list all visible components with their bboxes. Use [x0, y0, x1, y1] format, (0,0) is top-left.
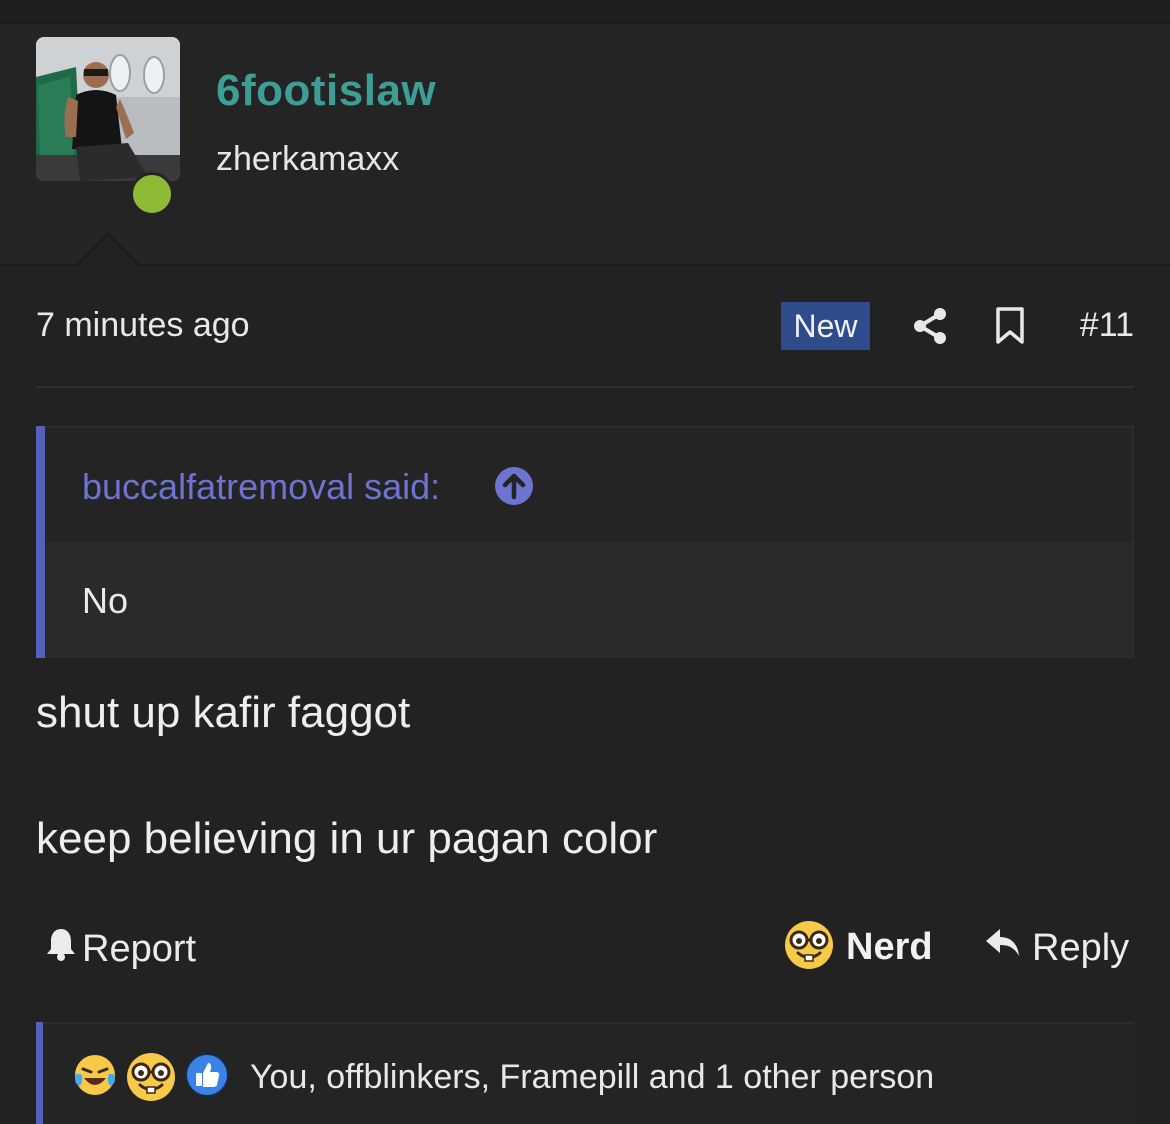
reactions-summary[interactable]: You, offblinkers, Framepill and 1 other …	[250, 1058, 934, 1097]
bookmark-icon[interactable]	[994, 306, 1026, 351]
arrow-up-circle-icon[interactable]	[494, 466, 534, 511]
reply-icon	[984, 926, 1022, 970]
message-line-2: keep believing in ur pagan color	[36, 814, 658, 863]
reply-label: Reply	[1032, 926, 1130, 969]
post-meta: 7 minutes ago New #11	[36, 298, 1134, 356]
avatar[interactable]	[36, 37, 180, 181]
new-badge: New	[781, 302, 870, 350]
header-pointer-fill	[76, 236, 140, 268]
post-number-link[interactable]: #11	[1080, 306, 1134, 345]
react-button[interactable]: Nerd	[784, 920, 933, 975]
top-divider	[0, 0, 1170, 24]
report-button[interactable]: Report	[44, 926, 196, 972]
username[interactable]: 6footislaw	[216, 66, 436, 116]
thumbs-up-icon[interactable]	[184, 1052, 230, 1107]
reaction-icons	[72, 1052, 230, 1107]
user-title: zherkamaxx	[216, 140, 400, 178]
react-label: Nerd	[846, 926, 933, 968]
quote-accent-bar	[36, 426, 45, 658]
message-line-1: shut up kafir faggot	[36, 688, 411, 737]
share-icon[interactable]	[910, 306, 950, 351]
meta-divider	[36, 386, 1134, 388]
online-status-indicator	[130, 172, 174, 216]
reply-button[interactable]: Reply	[984, 926, 1129, 970]
report-label: Report	[82, 927, 197, 970]
quote-text: No	[82, 580, 129, 621]
laughing-crying-emoji-icon[interactable]	[72, 1052, 118, 1107]
post-time[interactable]: 7 minutes ago	[36, 306, 250, 345]
bell-icon	[44, 926, 78, 972]
reactions-accent-bar	[36, 1022, 43, 1124]
quote-author[interactable]: buccalfatremoval said:	[82, 466, 440, 508]
nerd-emoji-icon[interactable]	[126, 1052, 176, 1107]
nerd-emoji-icon	[784, 920, 834, 975]
